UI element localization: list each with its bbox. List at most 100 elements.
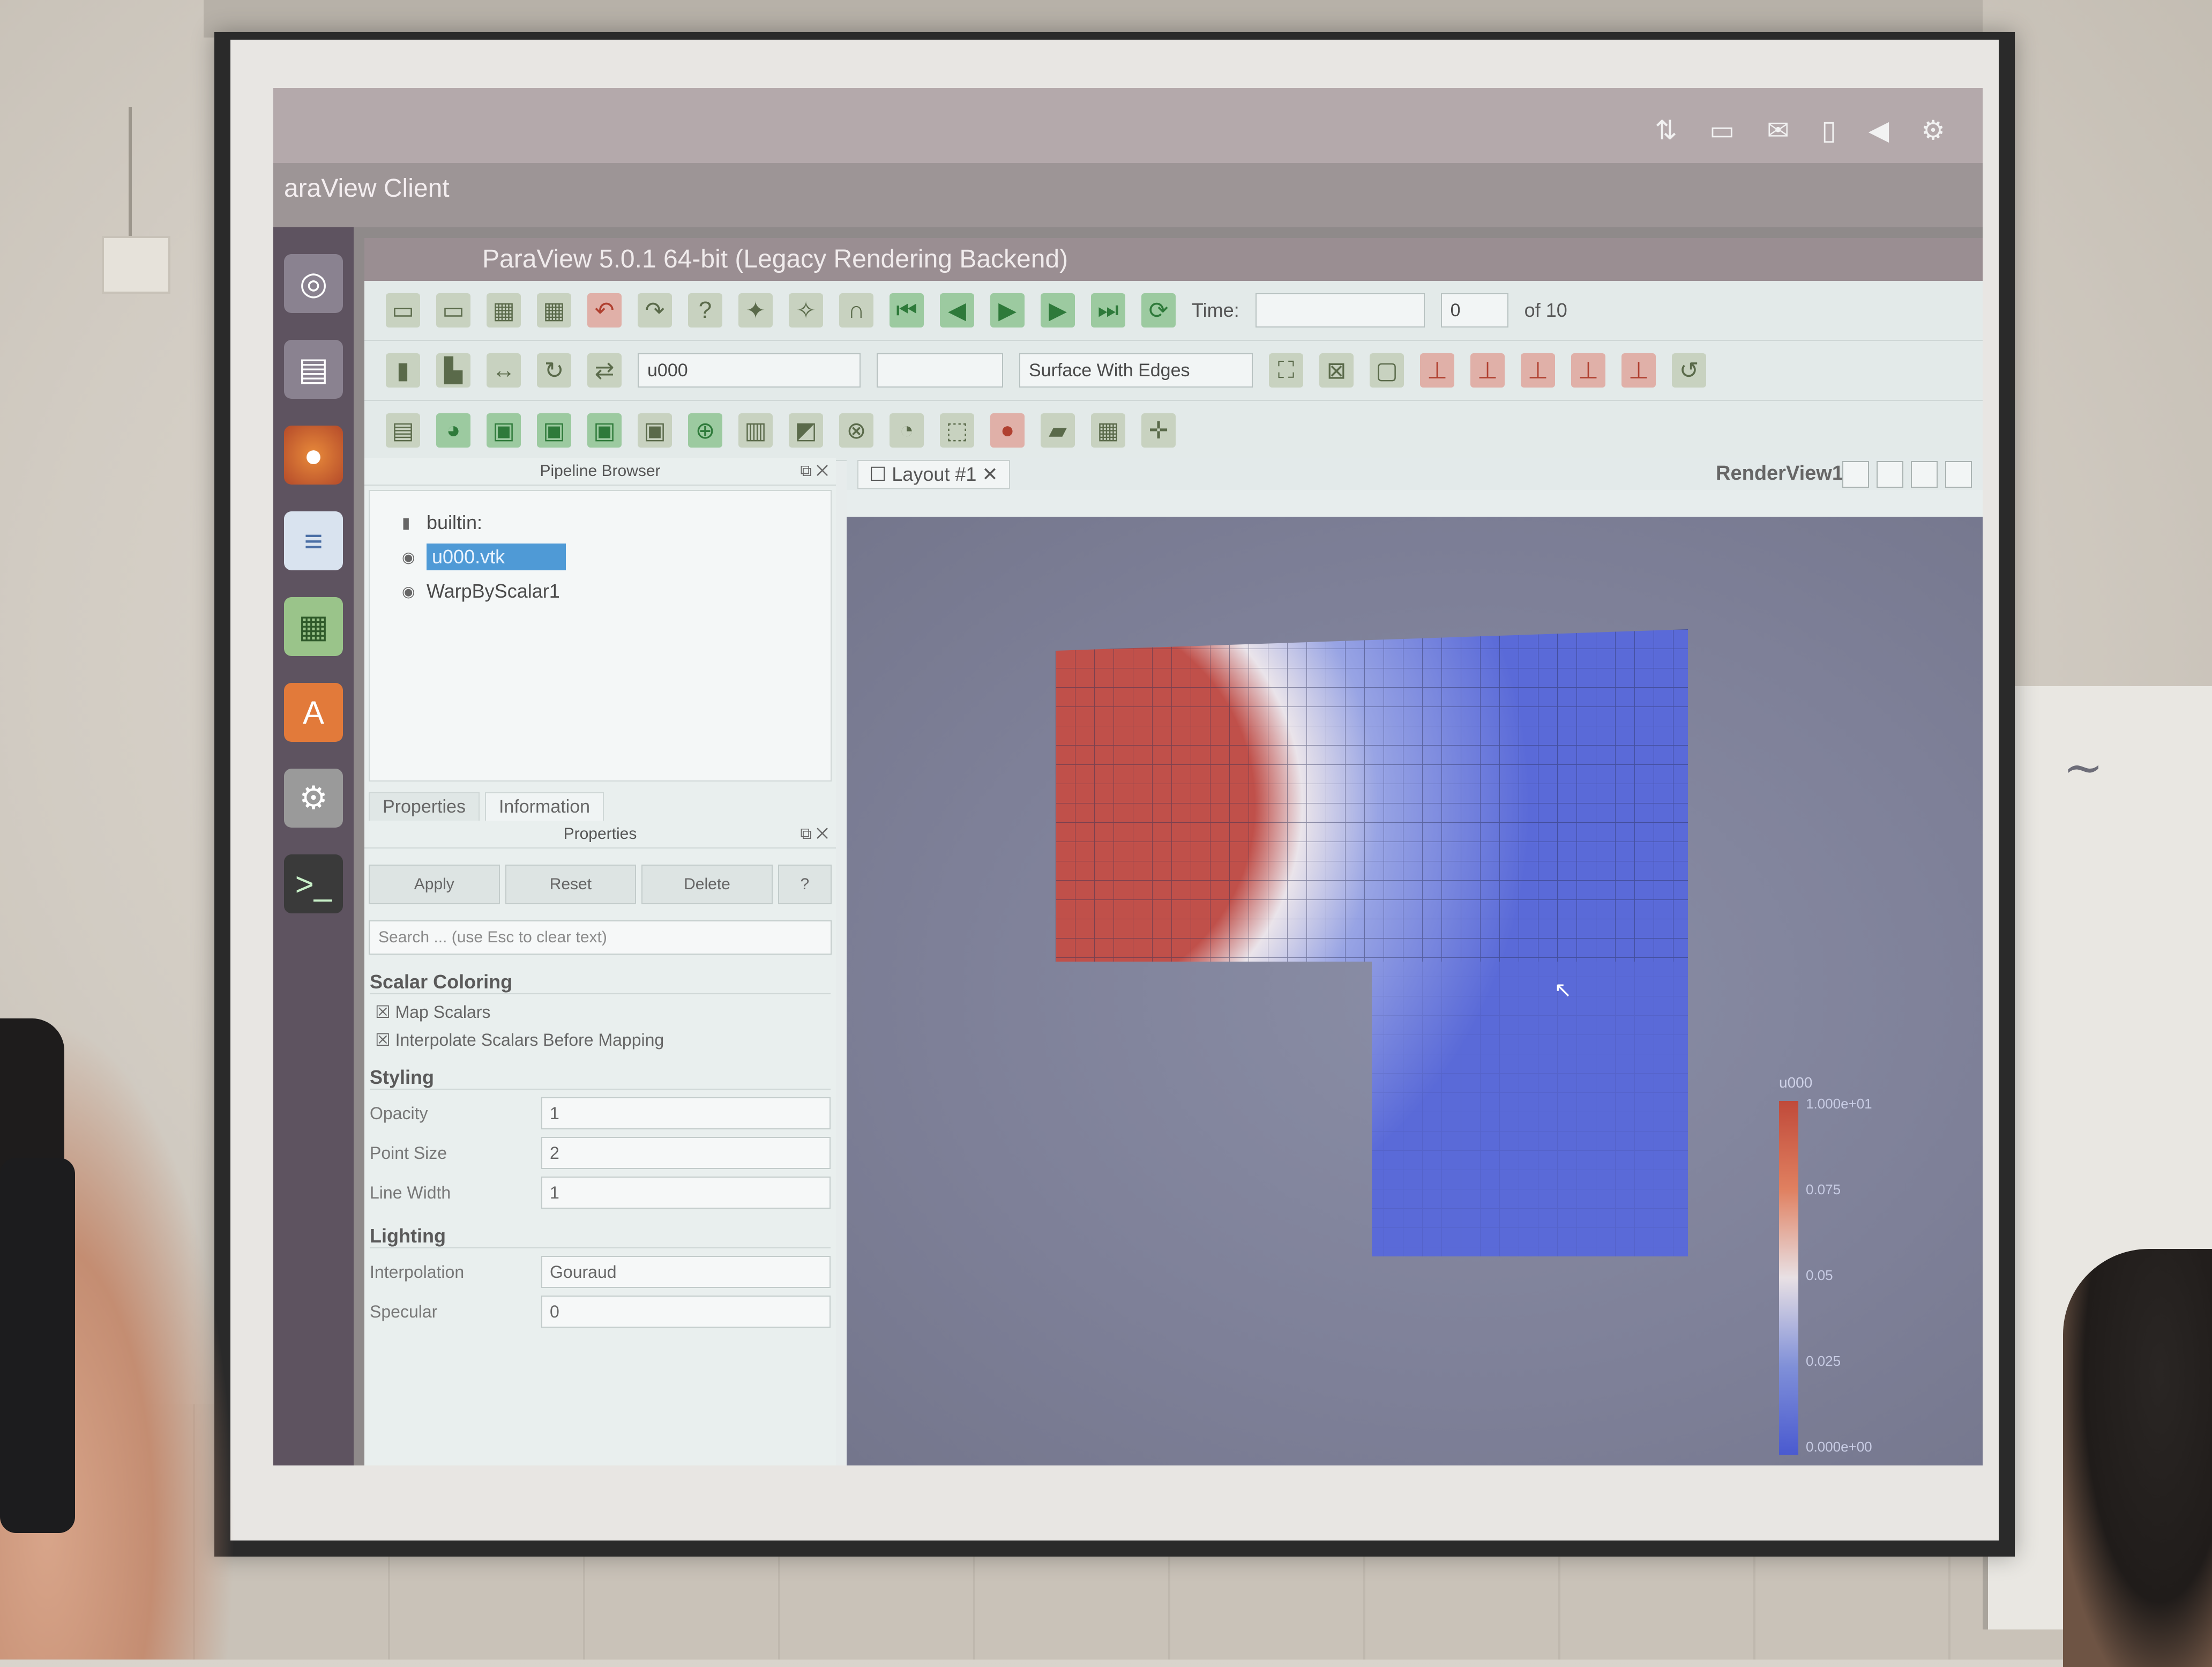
view-minus-x-icon[interactable]: ⊥ (1470, 353, 1505, 388)
time-field[interactable] (1255, 293, 1425, 328)
histogram-icon[interactable]: ▰ (1041, 413, 1075, 448)
eye-icon[interactable]: ◉ (402, 548, 418, 566)
warp-icon[interactable]: ◩ (789, 413, 823, 448)
extract-icon[interactable]: ▣ (638, 413, 672, 448)
representation-select[interactable]: Surface With Edges (1019, 353, 1253, 388)
keyboard-icon[interactable]: ▭ (1709, 115, 1735, 146)
color-by-select[interactable]: u000 (638, 353, 861, 388)
glyph-icon[interactable]: ⊕ (688, 413, 722, 448)
files-icon[interactable]: ▤ (284, 340, 343, 399)
ubuntu-icon[interactable]: ◎ (284, 254, 343, 313)
render-view[interactable]: u000 1.000e+01 0.075 0.05 0.025 0.000e+0… (847, 517, 1983, 1465)
interpolate-scalars-checkbox[interactable]: ☒ Interpolate Scalars Before Mapping (375, 1030, 825, 1050)
panel-close-icon[interactable]: ⧉ ✕ (800, 821, 828, 847)
wall-switch (102, 236, 170, 294)
zoom-to-box-icon[interactable]: ▢ (1370, 353, 1404, 388)
calculator-icon[interactable]: ▤ (386, 413, 420, 448)
group-icon[interactable]: ⊗ (839, 413, 873, 448)
calc-icon[interactable]: ▦ (284, 597, 343, 656)
contour-icon[interactable]: ◕ (436, 413, 470, 448)
pipeline-item-source[interactable]: ◉ u000.vtk (402, 544, 820, 570)
query-icon[interactable]: ⬚ (940, 413, 974, 448)
panel-close-icon[interactable]: ⧉ ✕ (800, 458, 828, 485)
panel-tabs: Properties Information (369, 792, 832, 821)
tab-information[interactable]: Information (484, 792, 604, 821)
camera-icon[interactable]: ✦ (738, 293, 773, 328)
play-icon[interactable]: ▶ (990, 293, 1025, 328)
table-icon[interactable]: ▦ (1091, 413, 1125, 448)
disconnect-icon[interactable]: ▦ (537, 293, 571, 328)
next-frame-icon[interactable]: ▶ (1041, 293, 1075, 328)
pipeline-item-warp[interactable]: ◉ WarpByScalar1 (402, 580, 820, 602)
extract-level-icon[interactable]: ◔ (890, 413, 924, 448)
rescale-visible-icon[interactable]: ⇄ (587, 353, 622, 388)
volume-icon[interactable]: ◀ (1869, 115, 1889, 146)
slice-icon[interactable]: ▣ (537, 413, 571, 448)
component-select[interactable] (877, 353, 1003, 388)
probe-icon[interactable]: ✛ (1141, 413, 1176, 448)
delete-button[interactable]: Delete (641, 865, 773, 904)
properties-search-input[interactable]: Search ... (use Esc to clear text) (369, 920, 832, 955)
zoom-to-data-icon[interactable]: ⊠ (1319, 353, 1354, 388)
opacity-input[interactable]: 1 (541, 1097, 831, 1129)
pipeline-item-builtin[interactable]: ▮ builtin: (402, 511, 820, 534)
prev-frame-icon[interactable]: ◀ (940, 293, 974, 328)
first-frame-icon[interactable]: ⏮ (890, 293, 924, 328)
reset-camera-icon[interactable]: ⛶ (1269, 353, 1303, 388)
loop-icon[interactable]: ⟳ (1141, 293, 1176, 328)
mail-icon[interactable]: ✉ (1767, 115, 1789, 146)
line-width-input[interactable]: 1 (541, 1177, 831, 1209)
tab-layout-1[interactable]: ☐ Layout #1 ✕ (857, 460, 1010, 489)
save-icon[interactable]: ▭ (436, 293, 470, 328)
firefox-icon[interactable]: ● (284, 426, 343, 485)
settings-icon[interactable]: ⚙ (284, 769, 343, 828)
view-plus-y-icon[interactable]: ⊥ (1521, 353, 1555, 388)
terminal-icon[interactable]: >_ (284, 854, 343, 913)
rescale-custom-icon[interactable]: ↻ (537, 353, 571, 388)
color-map-icon[interactable]: ▮ (386, 353, 420, 388)
threshold-icon[interactable]: ▣ (587, 413, 622, 448)
specular-row: Specular 0 (370, 1296, 831, 1328)
pick-icon[interactable]: ✧ (789, 293, 823, 328)
interpolation-select[interactable]: Gouraud (541, 1256, 831, 1288)
render-view-toolbar (847, 490, 1983, 517)
view-minus-y-icon[interactable]: ⊥ (1571, 353, 1605, 388)
record-icon[interactable]: ∩ (839, 293, 873, 328)
undo-icon[interactable]: ↶ (587, 293, 622, 328)
color-legend-bar (1779, 1101, 1798, 1455)
split-vertical-icon[interactable] (1877, 461, 1903, 488)
restore-icon[interactable] (1945, 461, 1972, 488)
maximize-icon[interactable] (1911, 461, 1938, 488)
redo-icon[interactable]: ↷ (638, 293, 672, 328)
open-icon[interactable]: ▭ (386, 293, 420, 328)
stream-icon[interactable]: ▥ (738, 413, 773, 448)
specular-input[interactable]: 0 (541, 1296, 831, 1328)
clip-icon[interactable]: ▣ (487, 413, 521, 448)
color-legend-icon[interactable]: ▙ (436, 353, 470, 388)
view-plus-z-icon[interactable]: ⊥ (1621, 353, 1656, 388)
time-step-input[interactable]: 0 (1440, 293, 1508, 328)
apply-button[interactable]: Apply (369, 865, 500, 904)
gear-icon[interactable]: ⚙ (1921, 115, 1945, 146)
last-frame-icon[interactable]: ⏭ (1091, 293, 1125, 328)
help-button[interactable]: ? (778, 865, 832, 904)
plot-icon[interactable]: ● (990, 413, 1025, 448)
help-icon[interactable]: ? (688, 293, 722, 328)
point-size-input[interactable]: 2 (541, 1137, 831, 1169)
properties-buttons: Apply Reset Delete ? (369, 865, 832, 904)
network-icon[interactable]: ⇅ (1655, 115, 1677, 146)
eye-icon[interactable]: ◉ (402, 583, 418, 600)
split-horizontal-icon[interactable] (1842, 461, 1869, 488)
pipeline-item-label: u000.vtk (427, 544, 566, 570)
pipeline-item-label: WarpByScalar1 (427, 580, 560, 602)
rescale-icon[interactable]: ↔ (487, 353, 521, 388)
view-plus-x-icon[interactable]: ⊥ (1420, 353, 1454, 388)
connect-icon[interactable]: ▦ (487, 293, 521, 328)
battery-icon[interactable]: ▯ (1821, 115, 1836, 146)
writer-icon[interactable]: ≡ (284, 511, 343, 570)
map-scalars-checkbox[interactable]: ☒ Map Scalars (375, 1002, 825, 1022)
reset-button[interactable]: Reset (505, 865, 637, 904)
rotate-icon[interactable]: ↺ (1672, 353, 1706, 388)
tab-properties[interactable]: Properties (369, 792, 480, 821)
store-icon[interactable]: A (284, 683, 343, 742)
